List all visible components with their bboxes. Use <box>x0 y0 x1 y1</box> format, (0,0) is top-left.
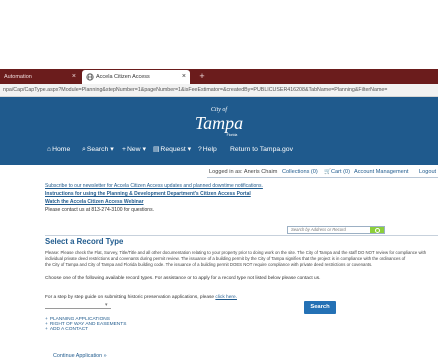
account-management-link[interactable]: Account Management <box>354 167 408 177</box>
browser-tab-strip: Automation × Accela Citizen Access × + <box>0 69 438 84</box>
tab-label: Accela Citizen Access <box>96 74 150 80</box>
search-icon: ⌕ <box>82 146 86 153</box>
chevron-down-icon: ▾ <box>105 302 108 308</box>
close-icon[interactable]: × <box>72 70 76 84</box>
collections-link[interactable]: Collections (0) <box>282 167 318 177</box>
cart-link[interactable]: 🛒Cart (0) <box>324 167 350 177</box>
logo-name: Tampa <box>195 113 243 133</box>
tab-accela-citizen-access[interactable]: Accela Citizen Access × <box>82 70 190 84</box>
step-guide-text: For a step by step guide on submitting h… <box>45 295 237 300</box>
request-icon: ▤ <box>153 146 160 153</box>
logged-in-label: Logged in as: Aneris Chaim <box>209 169 278 175</box>
blank-area <box>0 0 438 69</box>
instructions-link[interactable]: Instructions for using the Planning & De… <box>45 191 251 197</box>
click-here-link[interactable]: click here. <box>215 295 237 300</box>
nav-home[interactable]: ⌂Home <box>47 145 70 155</box>
site-header: City of Tampa Florida ⌂Home ⌕Search ▾ +N… <box>0 97 438 165</box>
globe-icon <box>86 73 94 81</box>
newsletter-link[interactable]: Subscribe to our newsletter for Accela C… <box>45 183 263 189</box>
logout-link[interactable]: Logout <box>419 167 436 177</box>
nav-search[interactable]: ⌕Search ▾ <box>82 145 114 155</box>
webinar-link[interactable]: Watch the Accela Citizen Access Webinar <box>45 199 144 205</box>
search-button[interactable]: Search <box>304 301 336 314</box>
contact-text: Please contact us at 813-274-3100 for qu… <box>45 207 154 213</box>
address-bar[interactable]: npa/Cap/CapType.aspx?Module=Planning&ste… <box>0 84 438 97</box>
tampa-logo[interactable]: City of Tampa Florida <box>186 103 252 139</box>
home-icon: ⌂ <box>47 146 52 153</box>
url-text: npa/Cap/CapType.aspx?Module=Planning&ste… <box>3 87 388 93</box>
record-type-select[interactable]: ▾ <box>45 302 111 309</box>
tab-label: Automation <box>4 74 32 80</box>
plus-icon: + <box>122 146 126 153</box>
page-title: Select a Record Type <box>45 237 124 246</box>
logo-florida: Florida <box>227 133 238 137</box>
global-search-button[interactable] <box>370 227 384 233</box>
account-bar: Logged in as: Aneris Chaim Collections (… <box>0 167 438 177</box>
main-nav: ⌂Home ⌕Search ▾ +New ▾ ▤Request ▾ ?Help … <box>0 141 438 161</box>
logo-city-of: City of <box>211 106 228 113</box>
nav-new[interactable]: +New ▾ <box>122 145 146 155</box>
tab-automation[interactable]: Automation × <box>0 70 80 84</box>
expand-icon: + <box>45 327 48 332</box>
nav-return-to-tampa[interactable]: Return to Tampa.gov <box>230 145 293 155</box>
nav-help[interactable]: ?Help <box>198 145 217 155</box>
choose-record-text: Choose one of the following available re… <box>45 276 321 281</box>
section-divider <box>45 235 438 236</box>
notice-paragraph-2: the City of Tampa and City of Tampa and … <box>45 262 373 267</box>
close-icon[interactable]: × <box>182 70 186 84</box>
new-tab-button[interactable]: + <box>196 69 208 84</box>
account-divider <box>207 177 438 178</box>
continue-application-button[interactable]: Continue Application » <box>53 353 107 359</box>
nav-request[interactable]: ▤Request ▾ <box>153 145 191 155</box>
category-add-a-contact[interactable]: + ADD A CONTACT <box>45 327 88 333</box>
notice-paragraph: Please: Please check the Flat, Survey, T… <box>45 250 427 261</box>
help-icon: ? <box>198 146 202 153</box>
search-placeholder: Search by Address or Record <box>291 227 346 232</box>
cart-icon: 🛒 <box>324 169 331 175</box>
